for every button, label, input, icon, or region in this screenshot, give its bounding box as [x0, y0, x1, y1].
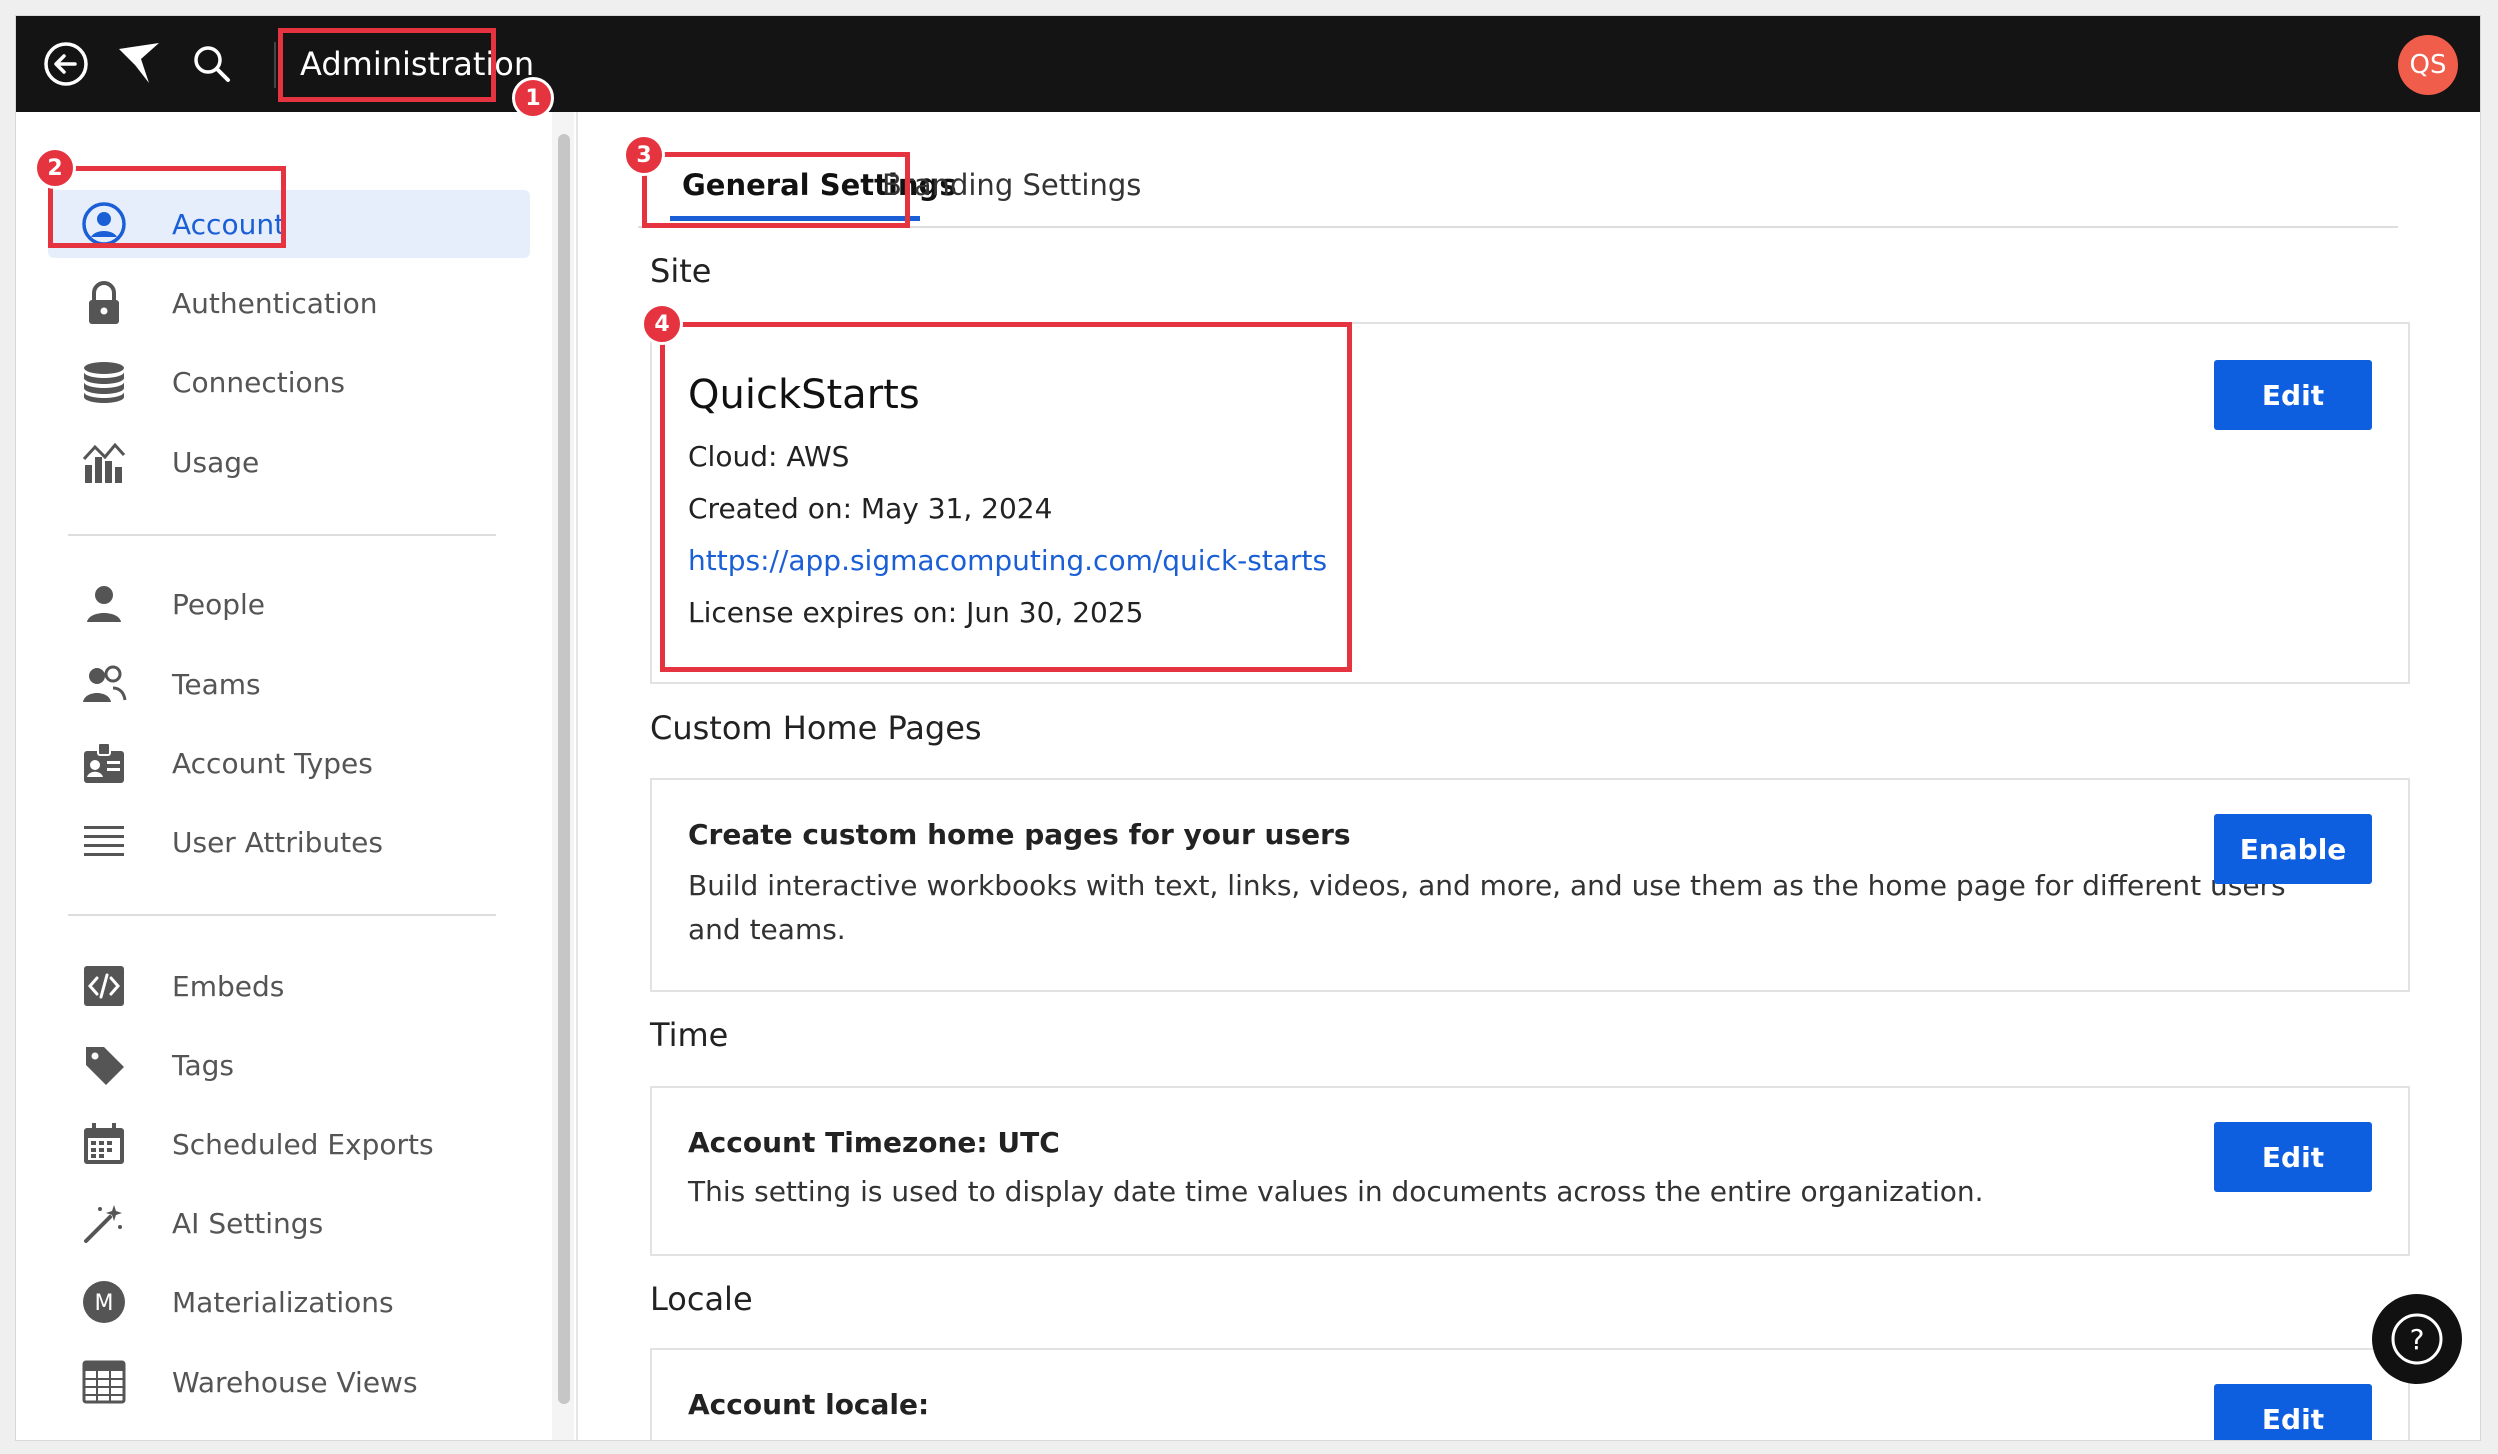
section-title-time: Time: [650, 1016, 729, 1054]
list-icon: [74, 822, 134, 862]
callout-box-2: [48, 166, 286, 248]
sidebar-scrollbar[interactable]: [558, 134, 570, 1404]
sidebar-item-account-types[interactable]: Account Types: [48, 729, 530, 797]
user-avatar[interactable]: QS: [2398, 35, 2458, 95]
lock-icon: [74, 280, 134, 326]
topbar-divider: [274, 42, 276, 88]
sidebar-item-ai-settings[interactable]: AI Settings: [48, 1189, 530, 1257]
callout-box-1: [278, 28, 496, 102]
code-icon: [74, 964, 134, 1008]
search-icon[interactable]: [184, 36, 240, 92]
tab-branding-settings[interactable]: Branding Settings: [882, 168, 1141, 202]
sidebar-item-connections[interactable]: Connections: [48, 348, 530, 416]
home-pages-card: Create custom home pages for your users …: [650, 778, 2410, 992]
locale-heading: Account locale:: [688, 1388, 930, 1421]
edit-timezone-button[interactable]: Edit: [2214, 1122, 2372, 1192]
sidebar-item-label: Materializations: [172, 1285, 394, 1319]
team-icon: [74, 664, 134, 704]
sidebar-item-label: Connections: [172, 365, 346, 399]
sidebar-item-authentication[interactable]: Authentication: [48, 269, 530, 337]
sidebar-item-warehouse-views[interactable]: Warehouse Views: [48, 1348, 530, 1416]
sidebar-item-materializations[interactable]: M Materializations: [48, 1268, 530, 1336]
help-question-icon: ?: [2391, 1313, 2443, 1365]
database-icon: [74, 360, 134, 404]
sidebar-item-label: Teams: [172, 667, 261, 701]
help-button[interactable]: ?: [2372, 1294, 2462, 1384]
materialization-m-icon: M: [74, 1280, 134, 1324]
locale-card: Account locale: Edit: [650, 1348, 2410, 1440]
timezone-description: This setting is used to display date tim…: [688, 1175, 1984, 1208]
section-title-home-pages: Custom Home Pages: [650, 709, 982, 747]
edit-locale-button[interactable]: Edit: [2214, 1384, 2372, 1440]
svg-text:M: M: [95, 1291, 114, 1316]
id-badge-icon: [74, 741, 134, 785]
person-icon: [74, 584, 134, 624]
back-arrow-icon[interactable]: [38, 36, 94, 92]
section-title-locale: Locale: [650, 1280, 753, 1318]
sidebar-divider: [68, 534, 496, 536]
sidebar-item-teams[interactable]: Teams: [48, 650, 530, 718]
callout-badge-1: 1: [512, 77, 554, 119]
sidebar-item-label: Embeds: [172, 969, 285, 1003]
sigma-logo-icon[interactable]: [112, 36, 168, 92]
app-window: Administration QS Account Authentication…: [16, 16, 2480, 1440]
usage-chart-icon: [74, 439, 134, 485]
svg-text:?: ?: [2410, 1323, 2425, 1356]
section-title-site: Site: [650, 252, 712, 290]
home-pages-description-line1: Build interactive workbooks with text, l…: [688, 869, 2286, 902]
callout-box-3: [642, 152, 910, 228]
sidebar-item-label: AI Settings: [172, 1206, 324, 1240]
calendar-icon: [74, 1122, 134, 1166]
home-pages-heading: Create custom home pages for your users: [688, 818, 1351, 851]
sidebar-divider: [68, 914, 496, 916]
grid-table-icon: [74, 1360, 134, 1404]
sidebar-item-label: Authentication: [172, 286, 378, 320]
callout-badge-2: 2: [34, 147, 76, 189]
main-content: General Settings Branding Settings Site …: [578, 112, 2480, 1440]
sidebar-item-usage[interactable]: Usage: [48, 428, 530, 496]
sidebar-item-people[interactable]: People: [48, 570, 530, 638]
enable-home-pages-button[interactable]: Enable: [2214, 814, 2372, 884]
sidebar-item-label: User Attributes: [172, 825, 383, 859]
sidebar-item-scheduled-exports[interactable]: Scheduled Exports: [48, 1110, 530, 1178]
tag-icon: [74, 1043, 134, 1087]
timezone-heading: Account Timezone: UTC: [688, 1126, 1060, 1159]
sidebar-item-tags[interactable]: Tags: [48, 1031, 530, 1099]
sidebar-item-label: Account Types: [172, 746, 373, 780]
sidebar-item-embeds[interactable]: Embeds: [48, 952, 530, 1020]
admin-sidebar: Account Authentication Connections Usage: [16, 112, 556, 1440]
sidebar-item-label: Warehouse Views: [172, 1365, 418, 1399]
callout-badge-3: 3: [623, 134, 665, 176]
sidebar-item-label: People: [172, 587, 266, 621]
callout-badge-4: 4: [641, 303, 683, 345]
time-card: Account Timezone: UTC This setting is us…: [650, 1086, 2410, 1256]
sidebar-item-label: Tags: [172, 1048, 234, 1082]
edit-site-button[interactable]: Edit: [2214, 360, 2372, 430]
magic-wand-icon: [74, 1201, 134, 1245]
sidebar-item-user-attributes[interactable]: User Attributes: [48, 808, 530, 876]
callout-box-4: [660, 322, 1352, 672]
sidebar-item-label: Scheduled Exports: [172, 1127, 434, 1161]
home-pages-description-line2: and teams.: [688, 913, 846, 946]
sidebar-item-label: Usage: [172, 445, 260, 479]
